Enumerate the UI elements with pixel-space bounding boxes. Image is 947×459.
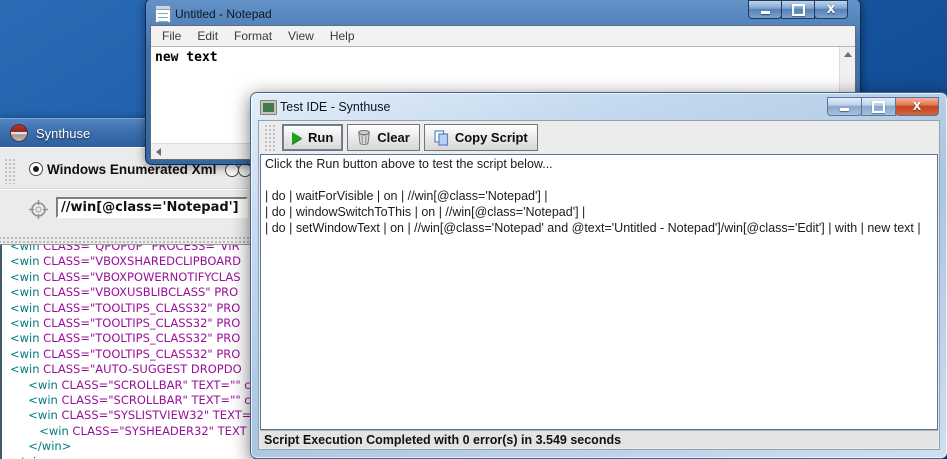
close-icon: X	[827, 3, 835, 16]
status-text: Script Execution Completed with 0 error(…	[260, 433, 621, 447]
testide-titlebar[interactable]: Test IDE - Synthuse X	[251, 93, 947, 120]
clear-button-label: Clear	[377, 130, 410, 145]
maximize-icon	[872, 101, 885, 113]
xml-tree-line[interactable]: <win CLASS="QPOPUP" PROCESS="VIR	[10, 244, 254, 254]
synthuse-body: Windows Enumerated Xml <win CLASS="QPOPU…	[0, 147, 254, 459]
copy-script-button-label: Copy Script	[455, 130, 528, 145]
run-button-label: Run	[308, 130, 333, 145]
scroll-up-button[interactable]	[840, 47, 855, 62]
testide-window: Test IDE - Synthuse X Run	[250, 92, 947, 459]
window-controls: X	[749, 0, 848, 19]
minimize-icon	[840, 108, 849, 111]
run-play-icon	[292, 132, 302, 144]
target-crosshair-icon[interactable]	[29, 200, 48, 219]
xpath-input[interactable]	[56, 197, 248, 218]
window-title: Test IDE - Synthuse	[280, 100, 390, 114]
trash-icon	[357, 130, 371, 145]
minimize-icon	[761, 11, 770, 14]
testide-body: Run Clear	[258, 120, 940, 450]
xml-tree-line[interactable]: <win CLASS="TOOLTIPS_CLASS32" PRO	[10, 347, 254, 362]
window-controls: X	[828, 97, 939, 116]
menu-item[interactable]: View	[280, 26, 322, 46]
xml-tree-line[interactable]: <win CLASS="AUTO-SUGGEST DROPDO	[10, 362, 254, 377]
xml-tree-line[interactable]: </win>	[10, 455, 254, 459]
script-line: Click the Run button above to test the s…	[265, 156, 933, 172]
xml-tree-line[interactable]: <win CLASS="VBOXUSBLIBCLASS" PRO	[10, 285, 254, 300]
xml-tree-panel[interactable]: <win CLASS="QPOPUP" PROCESS="VIR<win CLA…	[0, 244, 254, 459]
window-title: Synthuse	[36, 126, 90, 141]
testide-toolbar: Run Clear	[259, 121, 939, 154]
maximize-button[interactable]	[781, 0, 815, 19]
scroll-left-icon	[156, 148, 161, 156]
radio-selected-dot	[33, 166, 39, 172]
menu-item[interactable]: Format	[226, 26, 280, 46]
close-button[interactable]: X	[814, 0, 848, 19]
script-line: | do | waitForVisible | on | //win[@clas…	[265, 188, 933, 204]
synthuse-window: Synthuse Windows Enumerated Xml	[0, 118, 254, 459]
status-bar: Script Execution Completed with 0 error(…	[260, 430, 938, 448]
toolbar-grip[interactable]	[264, 124, 275, 151]
clear-button[interactable]: Clear	[347, 124, 420, 151]
xpath-row	[0, 189, 254, 230]
copy-icon	[434, 130, 449, 146]
radio-option-2[interactable]	[225, 163, 239, 177]
xml-tree-line[interactable]: <win CLASS="TOOLTIPS_CLASS32" PRO	[10, 331, 254, 346]
minimize-button[interactable]	[827, 97, 862, 116]
close-icon: X	[913, 100, 921, 113]
xml-tree-line[interactable]: <win CLASS="TOOLTIPS_CLASS32" PRO	[10, 301, 254, 316]
menu-item[interactable]: Edit	[189, 26, 226, 46]
script-line: | do | windowSwitchToThis | on | //win[@…	[265, 204, 933, 220]
run-button[interactable]: Run	[282, 124, 343, 151]
script-line: | do | setWindowText | on | //win[@class…	[265, 220, 933, 236]
notepad-menubar: FileEditFormatViewHelp	[151, 26, 855, 46]
xml-tree-line[interactable]: <win CLASS="VBOXPOWERNOTIFYCLAS	[10, 270, 254, 285]
menu-item[interactable]: Help	[322, 26, 363, 46]
windows-enumerated-xml-radio[interactable]	[29, 162, 43, 176]
xml-tree-line[interactable]: <win CLASS="SCROLLBAR" TEXT="" c	[10, 378, 254, 393]
toolbar-buttons: Run Clear	[282, 124, 538, 151]
maximize-icon	[792, 4, 805, 16]
xml-tree-line[interactable]: <win CLASS="SYSLISTVIEW32" TEXT=	[10, 408, 254, 423]
script-line	[265, 172, 933, 188]
minimize-button[interactable]	[748, 0, 782, 19]
notepad-app-icon	[155, 5, 171, 23]
xml-tree-line[interactable]: <win CLASS="TOOLTIPS_CLASS32" PRO	[10, 316, 254, 331]
scroll-up-icon	[844, 52, 852, 57]
xml-tree-line[interactable]: <win CLASS="SCROLLBAR" TEXT="" c	[10, 393, 254, 408]
synthuse-app-icon	[10, 124, 28, 142]
script-editor[interactable]: Click the Run button above to test the s…	[260, 154, 938, 430]
notepad-titlebar[interactable]: Untitled - Notepad X	[146, 0, 860, 26]
maximize-button[interactable]	[861, 97, 896, 116]
copy-script-button[interactable]: Copy Script	[424, 124, 538, 151]
screen: Synthuse Windows Enumerated Xml	[0, 0, 947, 459]
dotted-separator	[0, 236, 254, 244]
testide-app-icon	[260, 100, 277, 115]
scroll-left-button[interactable]	[151, 144, 166, 159]
xml-tree-line[interactable]: </win>	[10, 439, 254, 454]
xml-tree-line[interactable]: <win CLASS="SYSHEADER32" TEXT	[10, 424, 254, 439]
window-title: Untitled - Notepad	[175, 7, 272, 21]
close-button[interactable]: X	[895, 97, 939, 116]
document-text: new text	[155, 50, 218, 65]
toolbar-grip[interactable]	[4, 158, 17, 184]
xml-tree-line[interactable]: <win CLASS="VBOXSHAREDCLIPBOARD	[10, 254, 254, 269]
menu-item[interactable]: File	[154, 26, 189, 46]
